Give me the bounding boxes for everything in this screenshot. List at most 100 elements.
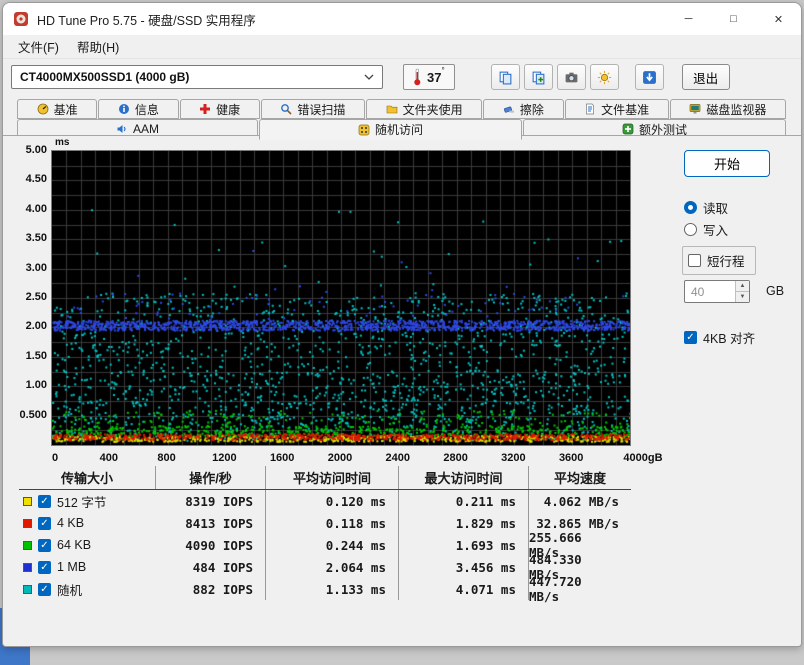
x-axis-tick: 1600 (269, 452, 295, 464)
write-radio-row[interactable]: 写入 (684, 220, 728, 239)
tab-folder-usage[interactable]: 文件夹使用 (366, 99, 483, 119)
capacity-unit-label: GB (766, 284, 785, 298)
save-image-button[interactable] (589, 64, 619, 90)
write-radio-label: 写入 (703, 224, 729, 238)
tab-disk-monitor[interactable]: 磁盘监视器 (669, 99, 786, 119)
spin-down-icon[interactable]: ▼ (735, 291, 749, 302)
series-color-swatch (23, 540, 32, 550)
tab-erase[interactable]: 擦除 (483, 99, 564, 119)
thermometer-icon (414, 68, 421, 86)
series-checkbox[interactable] (38, 560, 51, 574)
align-4kb-checkbox[interactable] (684, 331, 697, 344)
error-scan-icon (280, 103, 292, 115)
y-axis-unit-label: ms (55, 137, 70, 148)
tab-info[interactable]: 信息 (98, 99, 179, 119)
x-axis-tick: 1200 (212, 452, 237, 464)
title-area: HD Tune Pro 5.75 - 硬盘/SSD 实用程序 (3, 10, 666, 29)
file-benchmark-icon (584, 103, 596, 115)
tab-label: 随机访问 (374, 123, 423, 137)
cell-max: 0.211 ms (398, 490, 528, 512)
copy-icon (498, 70, 513, 85)
tab-file-benchmark[interactable]: 文件基准 (564, 99, 669, 119)
read-radio[interactable] (684, 201, 697, 214)
column-header: 传输大小 (60, 471, 113, 486)
column-header: 最大访问时间 (398, 466, 528, 489)
maximize-button[interactable]: □ (711, 3, 756, 35)
spin-up-icon[interactable]: ▲ (735, 281, 749, 291)
cell-max: 1.829 ms (398, 512, 528, 534)
aam-icon (116, 123, 128, 135)
x-axis-tick: 2400 (385, 452, 411, 464)
y-axis-tick: 0.500 (19, 408, 47, 421)
cell-avg: 0.118 ms (265, 512, 398, 534)
capacity-stepper: ▲ ▼ (684, 280, 750, 303)
tab-label: 磁盘监视器 (706, 102, 767, 117)
temperature-value: 37 (427, 69, 442, 85)
results-table: 传输大小 操作/秒平均访问时间最大访问时间平均速度 512 字节 8319 IOPS… (19, 466, 631, 604)
menu-bar: 文件(F) 帮助(H) (3, 35, 801, 59)
short-stroke-checkbox[interactable] (688, 254, 701, 267)
camera-button[interactable] (556, 64, 586, 90)
series-label: 1 MB (57, 560, 87, 574)
menu-help[interactable]: 帮助(H) (68, 34, 128, 59)
read-radio-row[interactable]: 读取 (684, 198, 728, 217)
tab-error-scan[interactable]: 错误扫描 (260, 99, 365, 119)
cell-avg: 1.133 ms (265, 578, 398, 600)
series-checkbox[interactable] (38, 582, 51, 596)
series-label: 随机 (57, 583, 83, 598)
series-legend-cell: 512 字节 (19, 492, 155, 511)
save-image-icon (597, 70, 612, 85)
menu-file[interactable]: 文件(F) (9, 34, 68, 59)
align-4kb-label: 4KB 对齐 (703, 332, 756, 346)
close-button[interactable]: ✕ (756, 3, 801, 35)
series-color-swatch (23, 584, 32, 594)
cell-max: 1.693 ms (398, 534, 528, 556)
short-stroke-group[interactable]: 短行程 (682, 246, 756, 275)
tab-label: 健康 (216, 102, 241, 117)
tab-label: 文件夹使用 (402, 102, 463, 117)
start-button[interactable]: 开始 (684, 150, 770, 177)
cell-iops: 4090 IOPS (185, 537, 253, 553)
download-button[interactable] (634, 64, 664, 90)
disk-monitor-icon (689, 103, 701, 115)
tab-random-access[interactable]: 随机访问 (259, 119, 522, 140)
x-axis-tick: 3200 (501, 452, 526, 464)
copy-add-button[interactable] (523, 64, 553, 90)
app-icon (13, 11, 29, 27)
series-legend-cell: 4 KB (19, 516, 155, 530)
tab-label: 错误扫描 (297, 102, 346, 117)
download-icon (642, 70, 657, 85)
x-axis-tick: 800 (157, 452, 176, 464)
series-color-swatch (23, 562, 32, 572)
write-radio[interactable] (684, 223, 697, 236)
y-axis-tick: 1.50 (25, 349, 47, 362)
series-legend-cell: 随机 (19, 580, 155, 599)
table-row: 512 字节 8319 IOPS 0.120 ms0.211 ms4.062 MB/… (19, 490, 631, 512)
copy-button[interactable] (490, 64, 520, 90)
cell-iops: 8413 IOPS (185, 515, 253, 531)
toolbar: CT4000MX500SSD1 (4000 gB) 37° 退出 (3, 59, 801, 95)
minimize-button[interactable]: ─ (666, 3, 711, 35)
toolbar-buttons (490, 64, 664, 90)
series-checkbox[interactable] (38, 516, 51, 530)
random-access-pane: ms 5.00 4.50 4.00 3.50 3.00 2.50 2.00 1.50 1.00 0… (3, 135, 801, 646)
series-checkbox[interactable] (38, 538, 51, 552)
x-axis-tick: 400 (99, 452, 118, 464)
random-access-icon (358, 124, 370, 136)
tab-label: AAM (132, 122, 159, 136)
control-panel: 开始 读取 写入 短行程 ▲ ▼ GB (653, 136, 801, 466)
cell-iops: 8319 IOPS (185, 493, 253, 509)
series-checkbox[interactable] (38, 494, 51, 508)
align-checkbox-row[interactable]: 4KB 对齐 (684, 328, 755, 347)
series-label: 64 KB (57, 538, 92, 552)
tab-benchmark[interactable]: 基准 (17, 99, 98, 119)
title-bar[interactable]: HD Tune Pro 5.75 - 硬盘/SSD 实用程序 ─ □ ✕ (3, 3, 801, 35)
tab-row-1: 基准 信息 健康 错误扫描 文件夹使用 擦除 文件基准 磁盘监视器 (17, 99, 787, 119)
drive-select[interactable]: CT4000MX500SSD1 (4000 gB) (11, 65, 383, 89)
cell-iops: 484 IOPS (192, 559, 253, 575)
tab-health[interactable]: 健康 (179, 99, 260, 119)
benchmark-scatter-chart (52, 151, 630, 445)
exit-button[interactable]: 退出 (681, 64, 730, 90)
scatter-plot-area (51, 150, 631, 446)
column-header: 平均速度 (528, 466, 631, 489)
